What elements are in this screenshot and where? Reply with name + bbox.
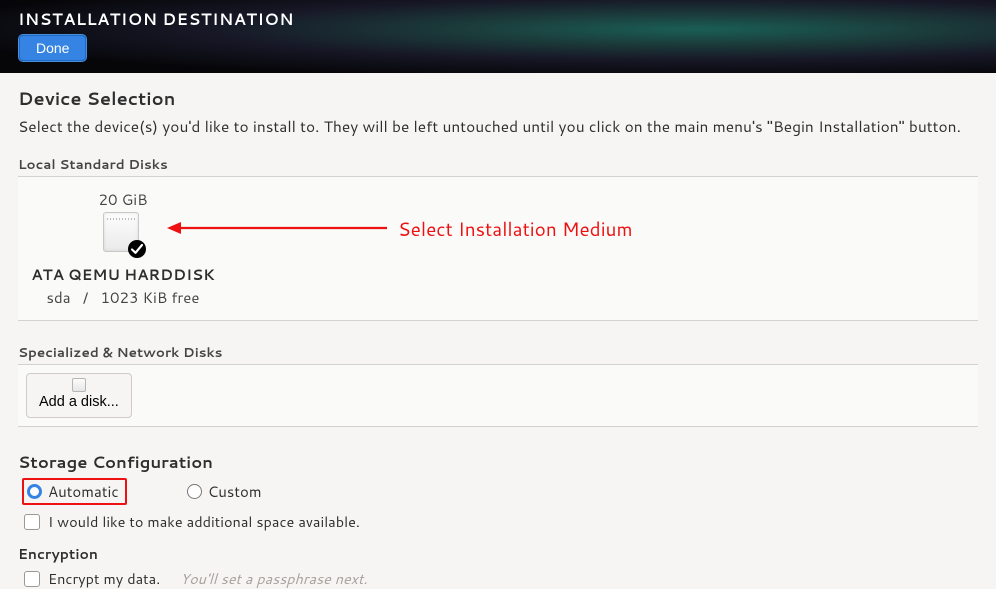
device-selection-heading: Device Selection xyxy=(18,85,978,111)
annotation-highlight-automatic: Automatic xyxy=(22,478,127,505)
encryption-heading: Encryption xyxy=(18,544,978,564)
disk-dev: sda xyxy=(47,287,71,308)
storage-config-heading: Storage Configuration xyxy=(18,451,978,474)
check-circle-icon xyxy=(128,240,146,258)
disk-free: 1023 KiB free xyxy=(100,287,199,308)
network-disks-label: Specialized & Network Disks xyxy=(18,343,978,362)
harddisk-icon xyxy=(103,212,143,256)
checkbox-make-space[interactable] xyxy=(24,514,40,530)
checkbox-encrypt[interactable] xyxy=(24,571,40,587)
add-disk-button[interactable]: Add a disk... xyxy=(26,373,132,418)
radio-custom[interactable] xyxy=(187,484,202,499)
device-selection-description: Select the device(s) you'd like to insta… xyxy=(18,115,978,137)
local-disks-well: 20 GiB ATA QEMU HARDDISK sda / 1023 KiB … xyxy=(18,176,978,321)
header-bar: INSTALLATION DESTINATION Done xyxy=(0,0,996,73)
disk-sep: / xyxy=(83,287,88,308)
disk-name: ATA QEMU HARDDISK xyxy=(31,264,215,285)
network-disks-well: Add a disk... xyxy=(18,364,978,427)
checkbox-make-space-label: I would like to make additional space av… xyxy=(48,511,360,532)
page-title: INSTALLATION DESTINATION xyxy=(18,8,978,31)
disk-small-icon xyxy=(72,378,86,392)
add-disk-label: Add a disk... xyxy=(39,394,119,411)
disk-subline: sda / 1023 KiB free xyxy=(47,287,200,308)
done-button[interactable]: Done xyxy=(19,35,86,61)
checkbox-encrypt-label: Encrypt my data. xyxy=(48,568,160,589)
radio-automatic-label: Automatic xyxy=(48,481,119,502)
encrypt-hint: You'll set a passphrase next. xyxy=(180,568,367,589)
radio-custom-label: Custom xyxy=(208,481,262,502)
disk-item[interactable]: 20 GiB ATA QEMU HARDDISK sda / 1023 KiB … xyxy=(28,189,218,308)
local-disks-label: Local Standard Disks xyxy=(18,155,978,174)
disk-capacity: 20 GiB xyxy=(98,189,147,210)
radio-automatic[interactable] xyxy=(27,484,42,499)
